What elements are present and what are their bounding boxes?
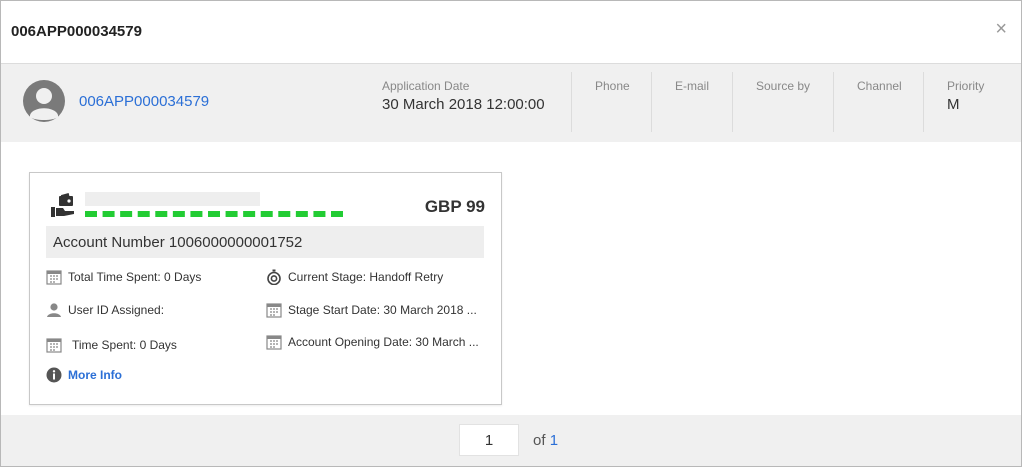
application-id-link[interactable]: 006APP000034579 — [79, 93, 209, 110]
amount: GBP 99 — [424, 197, 485, 216]
user-id-assigned-text: User ID Assigned: — [68, 303, 165, 317]
account-number-banner: Account Number 1006000000001752 — [46, 226, 484, 258]
phone-label: Phone — [595, 79, 630, 93]
total-time-spent: Total Time Spent: 0 Days — [46, 269, 201, 285]
divider — [571, 72, 572, 132]
calendar-icon — [266, 335, 282, 350]
of-label: of — [533, 432, 546, 449]
phone-field: Phone — [595, 79, 630, 131]
calendar-icon — [266, 303, 282, 318]
close-icon[interactable]: × — [995, 19, 1007, 39]
calendar-icon — [46, 270, 62, 285]
priority-value: M — [947, 96, 960, 113]
divider — [923, 72, 924, 132]
wallet-icon — [51, 193, 74, 217]
avatar — [23, 80, 65, 122]
time-spent: Time Spent: 0 Days — [46, 337, 177, 353]
channel-field: Channel — [857, 79, 902, 131]
current-page-input[interactable]: 1 — [459, 424, 519, 456]
divider — [833, 72, 834, 132]
customer-name-placeholder — [85, 192, 260, 206]
user-icon — [47, 303, 61, 317]
more-info-link[interactable]: More Info — [46, 367, 122, 383]
email-field: E-mail — [675, 79, 709, 131]
total-pages-link[interactable]: 1 — [550, 432, 558, 449]
dialog-title: 006APP000034579 — [11, 23, 142, 40]
user-id-assigned: User ID Assigned: — [46, 302, 164, 318]
calendar-icon — [46, 338, 62, 353]
channel-label: Channel — [857, 79, 902, 93]
total-time-spent-text: Total Time Spent: 0 Days — [68, 270, 202, 284]
stage-start-date-text: Stage Start Date: 30 March 2018 ... — [288, 303, 477, 317]
current-stage-text: Current Stage: Handoff Retry — [288, 270, 444, 284]
divider — [651, 72, 652, 132]
account-opening-date: Account Opening Date: 30 March ... — [266, 334, 479, 350]
stopwatch-icon — [267, 269, 281, 285]
priority-label: Priority — [947, 79, 985, 93]
source-by-field: Source by — [756, 79, 810, 131]
time-spent-text: Time Spent: 0 Days — [72, 338, 177, 352]
application-dialog: 006APP000034579 × 006APP000034579 Applic… — [0, 0, 1022, 467]
divider — [732, 72, 733, 132]
redacted-customer-name — [85, 211, 343, 217]
dialog-header: 006APP000034579 × — [1, 1, 1021, 64]
application-summary-bar: 006APP000034579 Application Date 30 Marc… — [1, 64, 1021, 142]
pagination-bar: 1 of 1 — [1, 415, 1021, 466]
more-info-label: More Info — [68, 368, 122, 382]
priority-field: Priority M — [947, 79, 984, 131]
application-date-label: Application Date — [382, 79, 470, 93]
application-date-value: 30 March 2018 12:00:00 — [382, 96, 545, 113]
account-number: Account Number 1006000000001752 — [53, 234, 303, 251]
email-label: E-mail — [675, 79, 710, 93]
page-total: of 1 — [533, 432, 558, 449]
source-by-label: Source by — [756, 79, 811, 93]
account-opening-date-text: Account Opening Date: 30 March ... — [288, 335, 479, 349]
info-icon — [46, 367, 62, 383]
application-date-field: Application Date 30 March 2018 12:00:00 — [382, 79, 545, 131]
account-card[interactable]: GBP 99 Account Number 1006000000001752 T… — [29, 172, 502, 405]
current-stage: Current Stage: Handoff Retry — [266, 269, 443, 285]
stage-start-date: Stage Start Date: 30 March 2018 ... — [266, 302, 477, 318]
